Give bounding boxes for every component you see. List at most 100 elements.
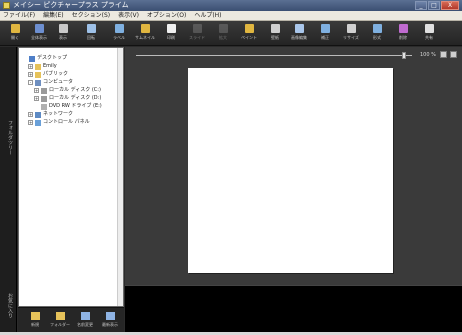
toolbar-button-resize[interactable]: リサイズ — [340, 23, 362, 44]
tree-item[interactable]: + ローカル ディスク (D:) — [34, 95, 101, 102]
format-icon — [372, 24, 382, 33]
expand-icon[interactable]: + — [28, 72, 33, 77]
tree-item[interactable]: + Emily — [28, 63, 57, 70]
expand-icon[interactable]: + — [28, 120, 33, 125]
network-icon — [35, 111, 41, 118]
toolbar-button-paint[interactable]: ペイント — [238, 23, 260, 44]
toolbar-button-format[interactable]: 形式 — [366, 23, 388, 44]
expand-icon[interactable]: + — [34, 88, 39, 93]
resize-icon — [346, 24, 356, 33]
folder-icon — [35, 71, 41, 78]
computer-icon — [35, 79, 41, 86]
tree-item-label: デスクトップ — [37, 55, 68, 61]
tree-toolbar-button[interactable]: 名前変更 — [74, 311, 96, 331]
tree-toolbar-button[interactable]: 最新表示 — [99, 311, 121, 331]
folder-icon — [35, 63, 41, 70]
correct-icon — [320, 24, 330, 33]
toolbar-button-print[interactable]: 印刷 — [160, 23, 182, 44]
rail-tab-favorites[interactable]: お気に入り — [3, 283, 14, 328]
expand-icon[interactable]: + — [28, 64, 33, 69]
expand-icon[interactable]: + — [28, 112, 33, 117]
rail-tab-folder-tree[interactable]: フォルダツリー — [3, 97, 14, 177]
tree-item[interactable]: DVD RW ドライブ (E:) — [34, 103, 102, 110]
paint-icon — [244, 24, 254, 33]
toolbar-button-zoom[interactable]: 拡大 — [212, 23, 234, 44]
tree-item[interactable]: - コンピュータ — [28, 79, 73, 86]
drive-icon — [41, 95, 47, 102]
toolbar-button-delete[interactable]: 削除 — [392, 23, 414, 44]
tree-item-label: DVD RW ドライブ (E:) — [49, 103, 102, 109]
toolbar-button-label: 補正 — [321, 35, 329, 40]
toolbar-button-label: ペイント — [241, 35, 257, 40]
toolbar-button-rotate[interactable]: 回転 — [80, 23, 102, 44]
thumbnail-strip[interactable] — [125, 285, 462, 332]
title-bar: メイシー ピクチャープラス プライム _ □ X — [0, 0, 462, 11]
toolbar-button-label: 回転 — [87, 35, 95, 40]
tree-scrollbar[interactable] — [117, 48, 123, 306]
rename-icon — [80, 312, 90, 320]
toolbar-button-label: 画像編集 — [291, 35, 307, 40]
control-panel-icon — [35, 119, 41, 126]
close-button[interactable]: X — [441, 1, 459, 10]
tree-item-label: ローカル ディスク (D:) — [49, 95, 102, 101]
tree-item-label: ローカル ディスク (C:) — [49, 87, 101, 93]
tree-toolbar-button[interactable]: フォルダー — [49, 311, 71, 331]
collapse-icon[interactable]: - — [28, 80, 33, 85]
menu-item[interactable]: オプション(O) — [147, 11, 186, 20]
toolbar-button-image-edit[interactable]: 画像編集 — [288, 23, 310, 44]
menu-item[interactable]: ファイル(F) — [3, 11, 35, 20]
folder-tree-toolbar: 新規 フォルダー 名前変更 最新表示 — [18, 307, 124, 332]
main-toolbar: 開く 全体表示 表示 回転 ラベル サムネイル 印刷 スライド 拡大 ペイント 壁紙 画像編集 補正 リサ… — [0, 21, 462, 46]
left-panel-rail: フォルダツリー お気に入り — [0, 47, 17, 332]
tree-toolbar-button[interactable]: 新規 — [24, 311, 46, 331]
toolbar-button-view[interactable]: 表示 — [52, 23, 74, 44]
zoom-slider-thumb[interactable] — [402, 52, 406, 59]
zoom-value: 100 % — [420, 52, 436, 58]
tree-toolbar-button-label: フォルダー — [50, 322, 70, 327]
toolbar-button-thumbnail[interactable]: サムネイル — [134, 23, 156, 44]
toolbar-button-slideshow[interactable]: スライド — [186, 23, 208, 44]
toolbar-button-wallpaper[interactable]: 壁紙 — [264, 23, 286, 44]
minimize-button[interactable]: _ — [415, 1, 427, 10]
toolbar-button-label: 壁紙 — [271, 35, 279, 40]
toolbar-button-open[interactable]: 開く — [4, 23, 26, 44]
tree-item[interactable]: デスクトップ — [22, 55, 67, 62]
zoom-in-icon[interactable] — [440, 51, 447, 58]
toolbar-button-label: ラベル — [113, 35, 125, 40]
label-icon — [114, 24, 124, 33]
toolbar-button-label: 削除 — [399, 35, 407, 40]
view-icon — [58, 24, 68, 33]
dvd-drive-icon — [41, 103, 47, 110]
tree-item[interactable]: + ネットワーク — [28, 111, 73, 118]
menu-item[interactable]: 表示(V) — [118, 11, 139, 20]
tree-item[interactable]: + コントロール パネル — [28, 119, 90, 126]
window-title: メイシー ピクチャープラス プライム — [13, 1, 129, 9]
fit-window-icon[interactable] — [450, 51, 457, 58]
rotate-icon — [86, 24, 96, 33]
menu-item[interactable]: ヘルプ(H) — [194, 11, 221, 20]
tree-toolbar-button-label: 最新表示 — [102, 322, 118, 327]
tree-item-label: パブリック — [43, 71, 69, 77]
tree-item-label: ネットワーク — [43, 111, 74, 117]
tree-item[interactable]: + ローカル ディスク (C:) — [34, 87, 101, 94]
toolbar-button-share[interactable]: 共有 — [418, 23, 440, 44]
toolbar-button-label: 共有 — [425, 35, 433, 40]
tree-item[interactable]: + パブリック — [28, 71, 68, 78]
zoom-slider[interactable] — [136, 55, 412, 56]
menu-item[interactable]: 編集(E) — [43, 11, 63, 20]
toolbar-button-overview[interactable]: 全体表示 — [28, 23, 50, 44]
desktop-icon — [29, 55, 35, 62]
print-icon — [166, 24, 176, 33]
share-icon — [424, 24, 434, 33]
overview-icon — [34, 24, 44, 33]
maximize-button[interactable]: □ — [428, 1, 440, 10]
wallpaper-icon — [270, 24, 280, 33]
toolbar-button-label: 開く — [11, 35, 19, 40]
toolbar-button-label[interactable]: ラベル — [108, 23, 130, 44]
menu-item[interactable]: セクション(S) — [72, 11, 111, 20]
thumbnail-icon — [140, 24, 150, 33]
expand-icon[interactable]: + — [34, 96, 39, 101]
image-preview-canvas — [188, 68, 393, 273]
refresh-icon — [105, 312, 115, 320]
toolbar-button-correct[interactable]: 補正 — [314, 23, 336, 44]
